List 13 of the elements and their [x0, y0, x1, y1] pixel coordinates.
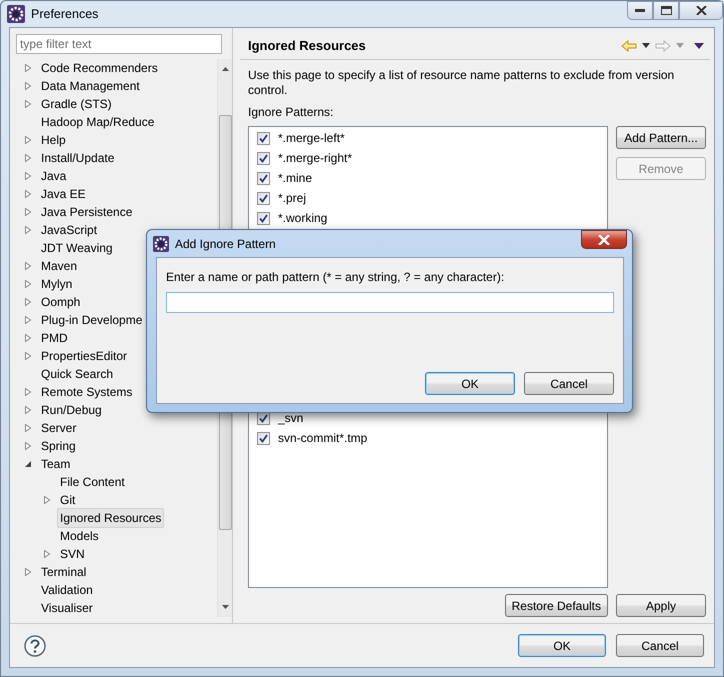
pattern-item: *.merge-right*: [278, 150, 352, 167]
prompt-label: Enter a name or path pattern (* = any string, ? = any character):: [166, 269, 506, 286]
page-title: Ignored Resources: [248, 36, 366, 55]
pattern-item: *.prej: [278, 190, 306, 207]
pattern-item: *.mine: [278, 170, 312, 187]
pattern-item: svn-commit*.tmp: [278, 430, 368, 447]
dialog-title: Add Ignore Pattern: [175, 236, 276, 252]
window-title: Preferences: [31, 6, 98, 23]
pattern-item: _svn: [278, 410, 304, 427]
pattern-item: *.merge-left*: [278, 130, 345, 147]
pattern-item: *.working: [278, 210, 328, 227]
page-description: Use this page to specify a list of resource name patterns to exclude from version control.: [248, 68, 676, 98]
list-label: Ignore Patterns:: [248, 104, 334, 121]
